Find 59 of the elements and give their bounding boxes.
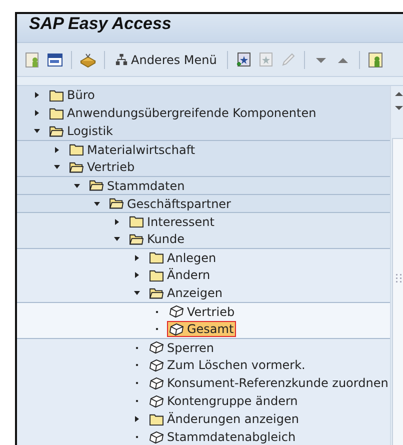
- open-folder-icon: [89, 179, 104, 192]
- folder-icon: [69, 143, 84, 156]
- collapsed-caret-icon[interactable]: [113, 218, 121, 226]
- folder-node[interactable]: Vertrieb: [67, 159, 137, 175]
- transaction-node[interactable]: Sperren: [147, 340, 216, 356]
- collapsed-caret-icon[interactable]: [133, 415, 141, 423]
- cube-icon: [149, 430, 164, 444]
- cube-icon: [149, 376, 164, 390]
- folder-icon: [49, 106, 64, 120]
- bullet-icon: [133, 433, 141, 441]
- expanded-caret-icon[interactable]: [73, 182, 81, 190]
- scrollbar[interactable]: [390, 86, 403, 445]
- window-icon[interactable]: [47, 52, 63, 68]
- folder-icon: [149, 268, 164, 282]
- folder-node[interactable]: Anzeigen: [147, 285, 224, 301]
- folder-icon: [149, 251, 164, 264]
- open-folder-icon: [129, 232, 144, 246]
- bullet-icon: [133, 361, 141, 369]
- folder-node[interactable]: Büro: [47, 87, 97, 103]
- open-folder-icon: [109, 197, 124, 210]
- window-title: SAP Easy Access: [17, 14, 403, 43]
- folder-node[interactable]: Anlegen: [147, 250, 218, 266]
- expanded-caret-icon[interactable]: [33, 127, 41, 135]
- collapsed-caret-icon[interactable]: [33, 91, 41, 99]
- hierarchy-icon: [115, 53, 128, 66]
- open-folder-icon: [49, 124, 64, 138]
- cube-icon: [149, 394, 164, 408]
- open-folder-icon: [149, 286, 164, 300]
- other-menu-button[interactable]: Anderes Menü: [113, 52, 219, 66]
- collapsed-caret-icon[interactable]: [133, 254, 141, 262]
- bullet-icon: [133, 379, 141, 387]
- folder-node[interactable]: Kunde: [127, 231, 186, 247]
- folder-icon: [49, 88, 64, 102]
- scroll-up-icon[interactable]: [394, 90, 403, 98]
- cube-icon: [169, 322, 184, 336]
- cube-icon: [149, 358, 164, 372]
- open-folder-icon: [69, 160, 84, 174]
- folder-node[interactable]: Logistik: [47, 123, 116, 139]
- folder-icon: [129, 215, 144, 228]
- folder-icon: [149, 412, 164, 426]
- bullet-icon: [133, 397, 141, 405]
- bullet-icon: [153, 325, 161, 333]
- expanded-caret-icon[interactable]: [133, 289, 141, 297]
- expanded-caret-icon[interactable]: [53, 163, 61, 171]
- scroll-down-icon[interactable]: [394, 104, 403, 112]
- add-favorite-icon[interactable]: [236, 52, 252, 68]
- collapsed-caret-icon[interactable]: [133, 271, 141, 279]
- cube-icon: [149, 341, 164, 354]
- collapsed-caret-icon[interactable]: [33, 109, 41, 117]
- transaction-node[interactable]: Vertrieb: [167, 304, 237, 320]
- folder-node[interactable]: Ändern: [147, 267, 212, 283]
- cube-icon: [169, 305, 184, 318]
- expanded-caret-icon[interactable]: [93, 200, 101, 208]
- expanded-caret-icon[interactable]: [113, 235, 121, 243]
- transaction-node[interactable]: Gesamt: [167, 321, 236, 337]
- grip-icon[interactable]: [394, 273, 403, 283]
- user-icon[interactable]: [368, 52, 384, 68]
- collapsed-caret-icon[interactable]: [53, 146, 61, 154]
- box-icon[interactable]: [80, 52, 96, 68]
